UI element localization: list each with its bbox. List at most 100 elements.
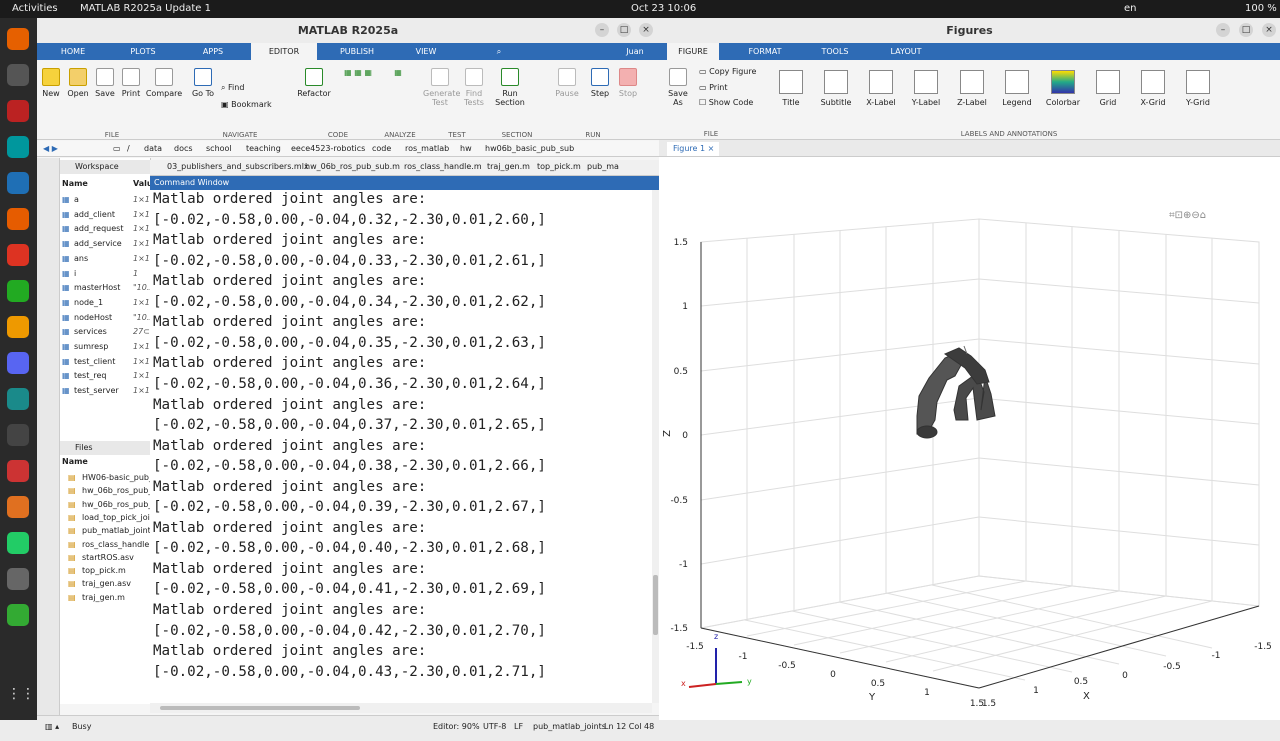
tab-apps[interactable]: APPS: [197, 43, 229, 60]
scrollbar-thumb[interactable]: [653, 575, 658, 635]
code-tools[interactable]: ▦ ▦ ▦: [337, 68, 379, 77]
open-button[interactable]: Open: [67, 68, 89, 98]
goto-button[interactable]: Go To: [191, 68, 215, 98]
activities-button[interactable]: Activities: [12, 3, 58, 14]
refactor-button[interactable]: Refactor: [297, 68, 331, 98]
axes-toolbar-icons[interactable]: ⌗⊡⊕⊖⌂: [1169, 210, 1206, 221]
legend-button[interactable]: Legend: [995, 70, 1039, 107]
horizontal-scrollbar[interactable]: [150, 703, 652, 713]
editor-tab[interactable]: ros_class_handle.m: [404, 162, 482, 171]
app-icon[interactable]: [7, 208, 29, 230]
tab-view[interactable]: VIEW: [413, 43, 439, 60]
step-button[interactable]: Step: [589, 68, 611, 98]
tab-layout[interactable]: LAYOUT: [884, 43, 928, 60]
analyze-icon[interactable]: ▦: [389, 68, 407, 77]
xgrid-button[interactable]: X-Grid: [1131, 70, 1175, 107]
crumb[interactable]: /: [127, 144, 130, 153]
xlabel-button[interactable]: X-Label: [859, 70, 903, 107]
copy-figure-button[interactable]: ▭ Copy Figure: [699, 67, 756, 76]
clock[interactable]: Oct 23 10:06: [631, 3, 696, 14]
editor-tab[interactable]: 03_publishers_and_subscribers.mlx: [167, 162, 309, 171]
hscroll-thumb[interactable]: [160, 706, 360, 710]
ygrid-button[interactable]: Y-Grid: [1176, 70, 1220, 107]
crumb[interactable]: hw06b_basic_pub_sub: [485, 144, 574, 153]
tab-publish[interactable]: PUBLISH: [337, 43, 377, 60]
panel-icon[interactable]: ▥ ▴: [45, 722, 59, 731]
maximize-icon[interactable]: □: [1239, 23, 1253, 37]
monitor-icon[interactable]: [7, 424, 29, 446]
pdf-icon[interactable]: [7, 460, 29, 482]
user-menu[interactable]: Juan: [623, 43, 647, 60]
crumb[interactable]: hw: [460, 144, 472, 153]
cursor-position[interactable]: Ln 12 Col 48: [604, 722, 654, 731]
print-button[interactable]: ▭ Print: [699, 83, 728, 92]
calendar-icon[interactable]: [7, 244, 29, 266]
folder-icon-addr[interactable]: ▭: [113, 144, 121, 153]
tab-figure[interactable]: FIGURE: [667, 43, 719, 60]
current-file[interactable]: pub_matlab_joints: [533, 722, 606, 731]
crumb[interactable]: school: [206, 144, 232, 153]
tab-editor[interactable]: EDITOR: [251, 43, 317, 60]
ylabel-button[interactable]: Y-Label: [904, 70, 948, 107]
close-icon[interactable]: ×: [639, 23, 653, 37]
editor-zoom[interactable]: Editor: 90%: [433, 722, 480, 731]
axes-3d[interactable]: ⌗⊡⊕⊖⌂ 1.510.50-0.5-1-1.5-1.5-1-0.500.511…: [659, 158, 1280, 738]
app-icon-2[interactable]: [7, 388, 29, 410]
terminal-icon[interactable]: [7, 100, 29, 122]
disk-icon[interactable]: [7, 568, 29, 590]
show-code-checkbox[interactable]: ☐ Show Code: [699, 98, 753, 107]
search-icon[interactable]: ⌕: [493, 43, 505, 60]
matlab-icon[interactable]: [7, 496, 29, 518]
vertical-scrollbar[interactable]: [652, 190, 659, 703]
crumb[interactable]: code: [372, 144, 391, 153]
arduino-icon[interactable]: [7, 136, 29, 158]
save-as-button[interactable]: Save As: [663, 68, 693, 107]
tab-plots[interactable]: PLOTS: [125, 43, 161, 60]
tab-format[interactable]: FORMAT: [743, 43, 787, 60]
command-window[interactable]: Matlab ordered joint angles are: [-0.02,-…: [150, 190, 652, 703]
crumb[interactable]: data: [144, 144, 162, 153]
zlabel-button[interactable]: Z-Label: [950, 70, 994, 107]
generate-test-button[interactable]: Generate Test: [423, 68, 460, 107]
line-ending[interactable]: LF: [514, 722, 523, 731]
active-app-label[interactable]: MATLAB R2025a Update 1: [80, 3, 211, 14]
discord-icon[interactable]: [7, 352, 29, 374]
new-button[interactable]: New: [41, 68, 61, 98]
files-icon[interactable]: [7, 64, 29, 86]
find-tests-button[interactable]: Find Tests: [461, 68, 487, 107]
chrome-icon[interactable]: [7, 532, 29, 554]
editor-tab[interactable]: pub_ma: [587, 162, 619, 171]
title-button[interactable]: Title: [769, 70, 813, 107]
pause-button[interactable]: Pause: [555, 68, 579, 98]
editor-tab[interactable]: traj_gen.m: [487, 162, 530, 171]
subtitle-button[interactable]: Subtitle: [814, 70, 858, 107]
print-button[interactable]: Print: [120, 68, 142, 98]
files-col-name[interactable]: Name: [62, 457, 88, 466]
plot-area[interactable]: ⌗⊡⊕⊖⌂ 1.5 1 0.5 0 -0.5 -1 -1.5 -1.5 -1 -…: [659, 158, 1280, 738]
minimize-icon[interactable]: –: [595, 23, 609, 37]
spreadsheet-icon[interactable]: [7, 280, 29, 302]
back-icon[interactable]: ◀ ▶: [43, 144, 58, 153]
editor-tab[interactable]: top_pick.m: [537, 162, 581, 171]
keyboard-layout[interactable]: en: [1124, 3, 1137, 14]
apps-grid-icon[interactable]: ⋮⋮: [7, 686, 35, 708]
maximize-icon[interactable]: □: [617, 23, 631, 37]
axes-toolbar[interactable]: ⌗⊡⊕⊖⌂: [1169, 210, 1206, 221]
firefox-icon[interactable]: [7, 28, 29, 50]
col-name[interactable]: Name: [62, 179, 88, 188]
close-icon[interactable]: ×: [1262, 23, 1276, 37]
run-section-button[interactable]: Run Section: [495, 68, 525, 107]
find-button[interactable]: ⌕ Find: [221, 83, 261, 93]
bookmark-button[interactable]: ▣ Bookmark: [221, 100, 281, 109]
crumb[interactable]: ros_matlab: [405, 144, 449, 153]
encoding[interactable]: UTF-8: [483, 722, 506, 731]
colorbar-button[interactable]: Colorbar: [1041, 70, 1085, 107]
grid-button[interactable]: Grid: [1086, 70, 1130, 107]
editor-tab[interactable]: hw_06b_ros_pub_sub.m: [305, 162, 400, 171]
compare-button[interactable]: Compare: [145, 68, 183, 98]
minimize-icon[interactable]: –: [1216, 23, 1230, 37]
save-button[interactable]: Save: [94, 68, 116, 98]
trash-icon[interactable]: [7, 604, 29, 626]
vscode-icon[interactable]: [7, 172, 29, 194]
battery-level[interactable]: 100 %: [1245, 3, 1277, 14]
